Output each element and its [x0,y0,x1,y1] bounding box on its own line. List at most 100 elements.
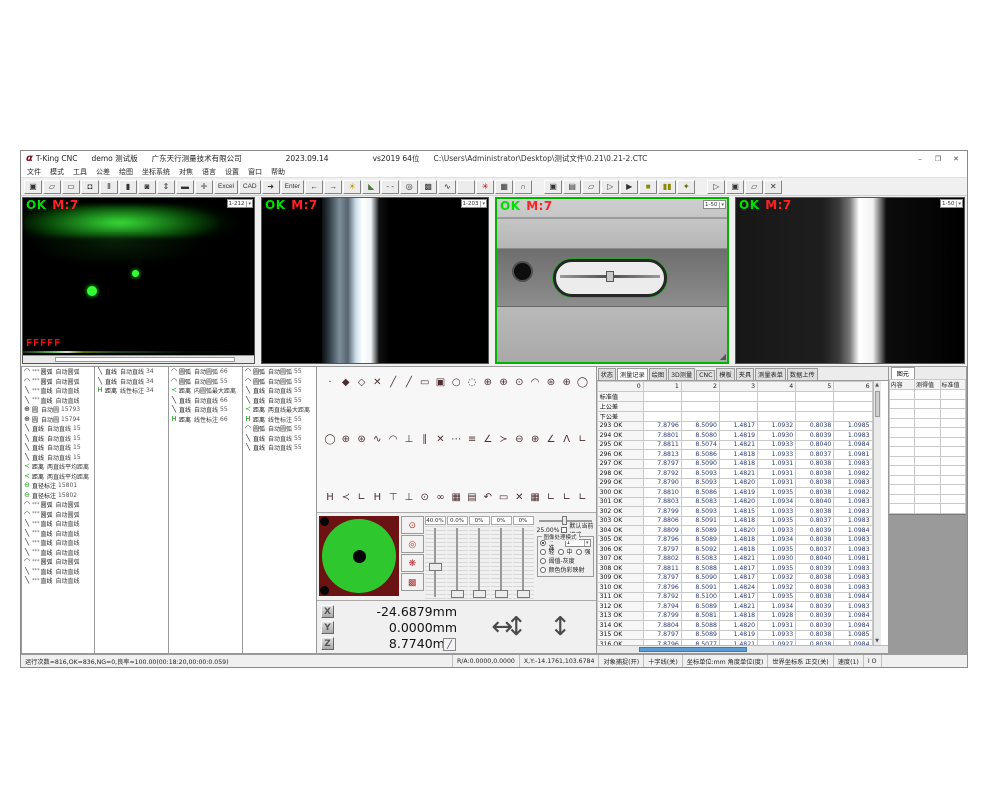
tolerance-row[interactable]: 下公差 [597,411,872,421]
ring-light-mode-4-button[interactable]: ▩ [401,573,424,591]
feature-list-item[interactable]: ╲***直线自动直线 [22,396,94,406]
camera1-hscrollbar[interactable] [23,355,254,363]
table-row[interactable]: 295 OK7.88118.50741.48211.09330.80401.09… [597,440,872,450]
status-object-snap-toggle[interactable]: 对象捕捉(开) [599,655,644,667]
feature-list-item[interactable]: ◠圆弧自动圆弧55 [243,377,316,387]
scroll-down-icon[interactable]: ▼ [874,637,881,645]
measure-tool-icon[interactable]: ≡ [465,433,479,447]
brightness-slider[interactable] [539,516,592,525]
feature-list-item[interactable]: Η距离线性标注66 [169,415,242,425]
menu-item-6[interactable]: 对焦 [179,167,193,177]
feature-list-item[interactable]: ╲***直线自动直线 [22,529,94,539]
radio-强[interactable] [576,549,582,555]
chart-tool-button[interactable]: ∩ [514,180,532,194]
feature-list-item[interactable]: ◠圆弧自动圆弧55 [243,367,316,377]
minimize-button[interactable]: – [911,152,929,165]
measure-tool-icon[interactable]: ✕ [433,433,447,447]
measure-tool-icon[interactable]: ◠ [386,433,400,447]
element-row[interactable] [889,466,965,476]
measure-tool-icon[interactable]: Η [323,490,337,504]
play-aux-button[interactable]: ▷ [707,180,725,194]
slider-track[interactable] [425,526,446,599]
scroll-up-icon[interactable]: ▲ [874,381,881,389]
feature-list-item[interactable]: ≺距离内圆弧最大距离 [169,386,242,396]
probe-button[interactable]: ◘ [81,180,99,194]
status-io-indicator[interactable]: I O [864,655,882,667]
feature-list-item[interactable]: ╲***直线自动直线 [22,576,94,586]
measure-tool-icon[interactable]: ✕ [370,375,384,389]
table-row[interactable]: 311 OK7.87928.51001.48171.09350.80381.09… [597,592,872,602]
table-row[interactable]: 293 OK7.87968.50901.48171.09320.80381.09… [597,421,872,431]
selected-cell[interactable] [889,390,914,400]
measure-tool-icon[interactable]: ○ [449,375,463,389]
table-row[interactable]: 314 OK7.88048.50881.48201.09310.80391.09… [597,621,872,631]
minus-minus-button[interactable]: - - [381,180,399,194]
measure-tool-icon[interactable]: ✕ [512,490,526,504]
radio-阈值-灰度[interactable] [540,558,546,564]
measure-tool-icon[interactable]: ▦ [449,490,463,504]
feature-list-item[interactable]: ≺距离两直线平均距离 [22,462,94,472]
feature-list-item[interactable]: ╲***直线自动直线 [22,538,94,548]
table-row[interactable]: 298 OK7.87928.50931.48211.09310.80381.09… [597,469,872,479]
element-row[interactable] [889,437,965,447]
measure-tool-icon[interactable]: ∠ [544,433,558,447]
blank-button[interactable] [457,180,475,194]
table-row[interactable]: 313 OK7.87998.50811.48181.09280.80391.09… [597,611,872,621]
pause-button[interactable]: ▮▮ [658,180,676,194]
camera-view-2[interactable]: OK M:7 1-203 ▾ [261,197,489,364]
lamp-button[interactable]: ☀ [343,180,361,194]
slider-track[interactable] [469,526,490,599]
feature-list-item[interactable]: ╲直线自动直线15 [22,434,94,444]
scroll-thumb[interactable] [875,391,880,417]
matrix-code-button[interactable]: ▦ [495,180,513,194]
slider-thumb[interactable] [517,590,530,598]
feature-list-item[interactable]: ◠圆弧自动圆弧55 [243,424,316,434]
measure-tool-icon[interactable]: ▭ [497,490,511,504]
menu-item-4[interactable]: 绘图 [119,167,133,177]
feature-list-item[interactable]: ⊖直径标注15802 [22,491,94,501]
feature-list-item[interactable]: ◠***圆弧自动圆弧 [22,377,94,387]
feature-list-item[interactable]: ╲直线自动直线34 [95,367,168,377]
measure-tool-icon[interactable]: ◯ [576,375,590,389]
measure-tool-icon[interactable]: ⊙ [418,490,432,504]
resize-grip-icon[interactable]: ◢ [720,352,726,361]
ring-light-mode-1-button[interactable]: ⊙ [401,516,424,534]
ring-light-mode-2-button[interactable]: ◎ [401,535,424,553]
stop-button[interactable]: ■ [639,180,657,194]
table-row[interactable]: 300 OK7.88108.50861.48191.09350.80381.09… [597,488,872,498]
element-tab[interactable]: 图元 [891,367,915,379]
menu-item-9[interactable]: 窗口 [248,167,262,177]
table-row[interactable]: 312 OK7.87948.50891.48211.09340.80391.09… [597,602,872,612]
feature-list-item[interactable]: ╲直线自动直线15 [22,453,94,463]
menu-item-10[interactable]: 帮助 [271,167,285,177]
table-row[interactable]: 303 OK7.88068.50911.48181.09350.80371.09… [597,516,872,526]
feature-list-item[interactable]: ╲直线自动直线55 [243,443,316,453]
save-2-button[interactable]: ▣ [544,180,562,194]
measure-tool-icon[interactable]: ▣ [433,375,447,389]
measure-tool-icon[interactable]: ⊤ [386,490,400,504]
tab-3D测量[interactable]: 3D测量 [668,368,695,380]
measure-tool-icon[interactable]: ⊖ [512,433,526,447]
element-row[interactable] [889,409,965,419]
radio-轻[interactable] [540,549,546,555]
move-stage-button[interactable]: ✛ [195,180,213,194]
table-row[interactable]: 306 OK7.87978.50921.48181.09350.80371.09… [597,545,872,555]
measure-tool-icon[interactable]: ⊛ [544,375,558,389]
enter-button[interactable]: Enter [281,180,305,194]
slider-thumb[interactable] [473,590,486,598]
feature-list-item[interactable]: ◠***圆弧自动圆弧 [22,367,94,377]
measure-tool-icon[interactable]: ∟ [544,490,558,504]
edge-detect-button[interactable]: Ⅱ [100,180,118,194]
cad-export-button[interactable]: CAD [239,180,261,194]
table-row[interactable]: 296 OK7.88138.50861.48181.09330.80371.09… [597,450,872,460]
arrow-left-button[interactable]: ← [305,180,323,194]
measure-tool-icon[interactable]: ⊕ [497,375,511,389]
feature-list-item[interactable]: ◠圆弧自动圆弧55 [169,377,242,387]
save-button[interactable]: ▣ [24,180,42,194]
measure-tool-icon[interactable]: ╱ [386,375,400,389]
tab-测量记录[interactable]: 测量记录 [617,368,648,380]
table-row[interactable]: 308 OK7.88118.50881.48171.09350.80391.09… [597,564,872,574]
slider-thumb[interactable] [495,590,508,598]
measure-tool-icon[interactable]: ∞ [433,490,447,504]
measure-tool-icon[interactable]: ⊕ [560,375,574,389]
